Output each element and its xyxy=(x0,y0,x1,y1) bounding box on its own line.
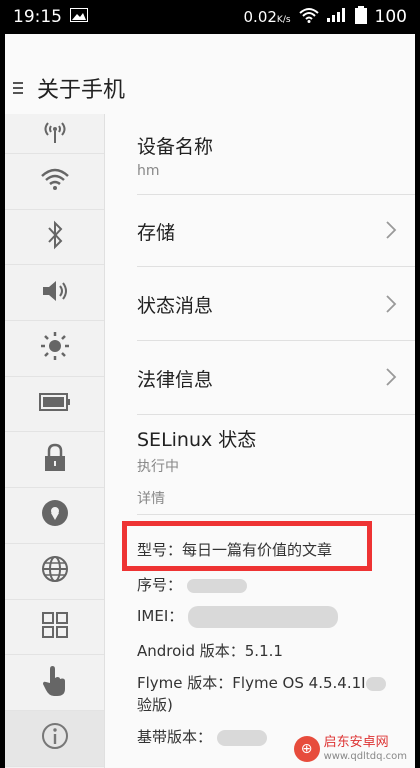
info-icon xyxy=(41,722,69,754)
menu-icon[interactable] xyxy=(13,82,29,94)
divider xyxy=(137,194,415,195)
globe-icon xyxy=(41,555,69,587)
battery-icon xyxy=(38,393,71,415)
imei-row: IMEI： xyxy=(137,605,339,628)
sidebar-item-sound[interactable] xyxy=(5,265,104,322)
serial-row: 序号： xyxy=(137,574,247,595)
divider xyxy=(137,266,415,267)
battery-status-icon xyxy=(354,5,367,29)
selinux-label: SELinux 状态 xyxy=(137,429,257,451)
selinux-row: SELinux 状态 执行中 xyxy=(137,425,397,476)
wifi-icon xyxy=(40,167,70,195)
blurred-serial xyxy=(186,578,247,593)
watermark: ⊕ 启东安卓网 www.qdltdq.com xyxy=(293,735,407,762)
screen: 19:15 0.02K/s 100 关于手机 设备名称 hm 存储 状态消息 法… xyxy=(5,0,415,768)
watermark-logo-icon: ⊕ xyxy=(293,736,320,762)
settings-sidebar xyxy=(5,114,105,768)
flyme-version-value: Flyme OS 4.5.4.1I xyxy=(232,674,366,692)
watermark-url: www.qdltdq.com xyxy=(323,750,407,762)
antenna-icon xyxy=(40,121,70,147)
details-header: 详情 xyxy=(137,491,165,507)
storage-label: 存储 xyxy=(137,222,176,244)
title-bar: 关于手机 xyxy=(5,62,415,114)
apps-grid-icon xyxy=(41,611,68,642)
page-title: 关于手机 xyxy=(37,78,126,103)
flyme-version-value-line2: 验版) xyxy=(137,696,173,714)
volume-icon xyxy=(40,278,70,308)
status-time: 19:15 xyxy=(13,7,62,27)
sidebar-item-battery[interactable] xyxy=(5,377,104,433)
sidebar-item-location[interactable] xyxy=(5,488,104,544)
flyme-version-label: Flyme 版本： xyxy=(137,674,233,692)
battery-level: 100 xyxy=(374,7,407,27)
sidebar-item-about[interactable] xyxy=(5,710,104,767)
baseband-label: 基带版本： xyxy=(137,728,213,746)
bluetooth-icon xyxy=(45,220,65,254)
sidebar-item-wifi[interactable] xyxy=(5,154,104,210)
sidebar-item-display[interactable] xyxy=(5,321,104,377)
model-row: 型号：每日一篇有价值的文章 xyxy=(137,539,332,560)
blurred-baseband xyxy=(216,729,267,746)
legal-info-label: 法律信息 xyxy=(137,369,214,391)
model-label: 型号： xyxy=(137,541,183,559)
device-name-label: 设备名称 xyxy=(137,136,214,158)
wifi-signal-icon xyxy=(298,7,319,28)
imei-label: IMEI： xyxy=(137,607,184,625)
blurred-imei xyxy=(188,605,339,628)
network-speed: 0.02K/s xyxy=(243,8,291,26)
hand-icon xyxy=(42,665,68,701)
selinux-value: 执行中 xyxy=(137,459,179,475)
divider xyxy=(137,340,415,341)
flyme-version-row: Flyme 版本：Flyme OS 4.5.4.1I 验版) xyxy=(137,672,397,716)
chevron-right-icon xyxy=(385,294,397,318)
watermark-name: 启东安卓网 xyxy=(323,735,389,751)
serial-label: 序号： xyxy=(137,576,183,594)
legal-info-row[interactable]: 法律信息 xyxy=(137,365,387,392)
gallery-notification-icon xyxy=(70,7,88,27)
android-version-label: Android 版本： xyxy=(137,642,245,660)
about-phone-content: 设备名称 hm 存储 状态消息 法律信息 SELinux 状态 执行中 详情 型… xyxy=(105,114,415,768)
lock-icon xyxy=(43,443,67,477)
sidebar-item-accessibility[interactable] xyxy=(5,655,104,711)
brightness-icon xyxy=(40,331,70,365)
chevron-right-icon xyxy=(385,220,397,244)
divider xyxy=(137,414,415,415)
status-row[interactable]: 状态消息 xyxy=(137,291,387,318)
blurred-flyme xyxy=(365,676,386,691)
sidebar-item-antenna[interactable] xyxy=(5,114,104,154)
device-name-row[interactable]: 设备名称 hm xyxy=(137,132,397,179)
baseband-row: 基带版本： xyxy=(137,726,267,747)
location-icon xyxy=(41,499,69,531)
cellular-signal-icon xyxy=(326,7,347,27)
sidebar-item-security[interactable] xyxy=(5,432,104,489)
android-version-value: 5.1.1 xyxy=(244,642,283,660)
device-name-value: hm xyxy=(137,163,160,179)
status-bar: 19:15 0.02K/s 100 xyxy=(5,0,415,34)
sidebar-item-language[interactable] xyxy=(5,544,104,600)
android-version-row: Android 版本：5.1.1 xyxy=(137,640,283,661)
storage-row[interactable]: 存储 xyxy=(137,218,387,245)
sidebar-item-bluetooth[interactable] xyxy=(5,210,104,266)
model-value: 每日一篇有价值的文章 xyxy=(182,541,333,559)
status-label: 状态消息 xyxy=(137,295,214,317)
chevron-right-icon xyxy=(385,367,397,391)
sidebar-item-apps[interactable] xyxy=(5,600,104,656)
divider xyxy=(137,514,415,515)
